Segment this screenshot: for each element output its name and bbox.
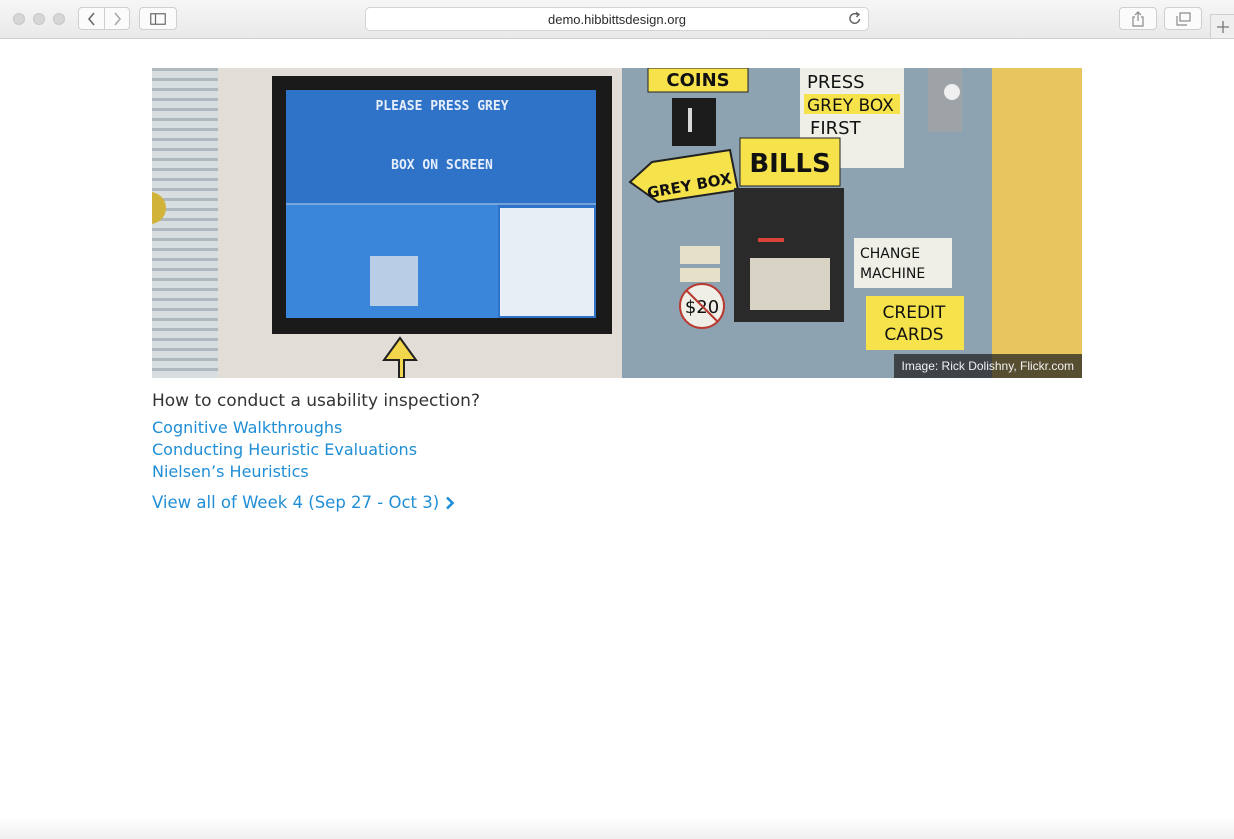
view-all-week-label: View all of Week 4 (Sep 27 - Oct 3) [152, 493, 440, 512]
plus-icon [1216, 20, 1229, 33]
reload-icon [849, 11, 861, 24]
sidebar-toggle-button[interactable] [139, 7, 177, 30]
twenty-sticker-text: $20 [685, 297, 719, 318]
press-sign-text: PRESS [807, 72, 865, 93]
tabs-overview-button[interactable] [1164, 7, 1202, 30]
view-all-week-link[interactable]: View all of Week 4 (Sep 27 - Oct 3) [152, 493, 455, 512]
zoom-window-button[interactable] [53, 13, 65, 25]
close-window-button[interactable] [13, 13, 25, 25]
cards-sign-text: CARDS [884, 325, 943, 345]
back-button[interactable] [78, 7, 105, 30]
machine-sign-text: MACHINE [860, 266, 925, 282]
section-question: How to conduct a usability inspection? [152, 391, 480, 411]
kiosk-photo: PLEASE PRESS GREY BOX ON SCREEN COINS PR… [152, 68, 1082, 378]
share-icon [1132, 10, 1144, 27]
screen-text-line2: BOX ON SCREEN [391, 158, 493, 173]
credit-sign-text: CREDIT [883, 303, 947, 323]
browser-toolbar: demo.hibbittsdesign.org [0, 0, 1234, 39]
image-caption: Image: Rick Dolishny, Flickr.com [893, 354, 1082, 378]
minimize-window-button[interactable] [33, 13, 45, 25]
greybox-sign-text: GREY BOX [807, 96, 894, 116]
new-tab-button[interactable] [1210, 14, 1234, 38]
link-conducting-heuristic-evaluations[interactable]: Conducting Heuristic Evaluations [152, 439, 417, 461]
share-button[interactable] [1119, 7, 1157, 30]
chevron-right-icon [446, 496, 455, 509]
url-text: demo.hibbittsdesign.org [547, 12, 687, 27]
screen-text-line1: PLEASE PRESS GREY [375, 99, 508, 114]
tabs-overview-icon [1175, 11, 1191, 26]
chevron-right-icon [114, 11, 122, 26]
hero-image: PLEASE PRESS GREY BOX ON SCREEN COINS PR… [152, 68, 1082, 378]
reload-button[interactable] [848, 11, 862, 30]
sidebar-icon [150, 12, 166, 25]
link-cognitive-walkthroughs[interactable]: Cognitive Walkthroughs [152, 417, 417, 439]
link-nielsens-heuristics[interactable]: Nielsen’s Heuristics [152, 461, 417, 483]
change-sign-text: CHANGE [860, 246, 920, 262]
inspection-links-list: Cognitive Walkthroughs Conducting Heuris… [152, 417, 417, 483]
bills-sign-text: BILLS [749, 149, 830, 179]
chevron-left-icon [87, 11, 95, 26]
first-sign-text: FIRST [810, 118, 862, 139]
coins-sign-text: COINS [666, 70, 729, 91]
forward-button[interactable] [104, 7, 130, 30]
bottom-edge-shadow [0, 817, 1234, 839]
address-bar[interactable]: demo.hibbittsdesign.org [365, 7, 869, 31]
